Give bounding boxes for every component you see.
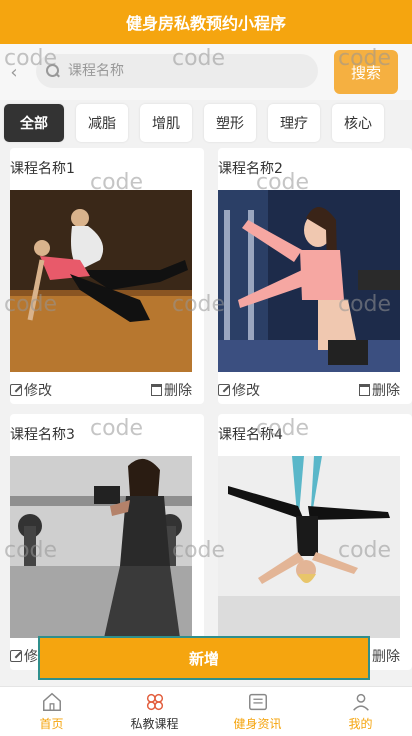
tab-muscle[interactable]: 增肌 — [140, 104, 192, 142]
course-title: 课程名称3 — [10, 427, 75, 443]
home-icon — [42, 692, 61, 711]
search-icon — [46, 64, 60, 78]
tab-private-course[interactable]: 私教课程 — [103, 687, 206, 736]
search-input[interactable] — [68, 63, 288, 79]
edit-icon — [218, 384, 230, 396]
course-card[interactable]: 课程名称3 修改 删除 — [10, 414, 204, 670]
course-title: 课程名称1 — [10, 161, 75, 177]
tab-label: 首页 — [39, 717, 64, 731]
news-icon — [248, 693, 267, 711]
delete-label: 删除 — [372, 649, 400, 665]
edit-button[interactable]: 修改 — [10, 380, 52, 400]
tab-label: 健身资讯 — [233, 717, 282, 731]
course-actions: 修改 删除 — [10, 380, 192, 400]
edit-icon — [10, 650, 22, 662]
bottom-tabbar: 首页 私教课程 健身资讯 我的 — [0, 686, 412, 736]
course-actions: 修改 删除 — [218, 380, 400, 400]
course-title: 课程名称4 — [218, 427, 283, 443]
course-title: 课程名称2 — [218, 161, 283, 177]
course-card[interactable]: 课程名称1 修改 删除 — [10, 148, 204, 404]
tab-all[interactable]: 全部 — [4, 104, 64, 142]
user-icon — [352, 693, 369, 711]
delete-button[interactable]: 删除 — [359, 380, 400, 400]
search-bar: ‹ 搜索 — [0, 44, 412, 100]
tab-fitness-news[interactable]: 健身资讯 — [206, 687, 309, 736]
edit-button[interactable]: 修改 — [218, 380, 260, 400]
flower-icon — [146, 693, 163, 711]
trash-icon — [359, 384, 370, 396]
course-photo[interactable] — [218, 190, 400, 372]
course-photo[interactable] — [10, 190, 192, 372]
app-header: 健身房私教预约小程序 — [0, 0, 412, 44]
edit-icon — [10, 384, 22, 396]
delete-label: 删除 — [164, 383, 192, 399]
category-tabs: 全部 减脂 增肌 塑形 理疗 核心 — [0, 100, 412, 146]
edit-label: 修改 — [24, 383, 52, 399]
chevron-left-icon[interactable]: ‹ — [2, 62, 26, 83]
course-card[interactable]: 课程名称2 修改 删除 — [218, 148, 412, 404]
add-course-button[interactable]: 新增 — [38, 636, 370, 680]
course-card[interactable]: 课程名称4 修改 删除 — [218, 414, 412, 670]
page-title: 健身房私教预约小程序 — [125, 14, 286, 33]
delete-label: 删除 — [372, 383, 400, 399]
tab-shaping[interactable]: 塑形 — [204, 104, 256, 142]
search-button[interactable]: 搜索 — [334, 50, 398, 94]
tab-label: 私教课程 — [130, 717, 179, 731]
search-field[interactable] — [36, 54, 318, 88]
tab-mine[interactable]: 我的 — [309, 687, 412, 736]
tab-therapy[interactable]: 理疗 — [268, 104, 320, 142]
trash-icon — [151, 384, 162, 396]
delete-button[interactable]: 删除 — [151, 380, 192, 400]
tab-home[interactable]: 首页 — [0, 687, 103, 736]
tab-label: 我的 — [348, 717, 373, 731]
course-photo[interactable] — [10, 456, 192, 638]
edit-label: 修改 — [232, 383, 260, 399]
tab-fat-loss[interactable]: 减脂 — [76, 104, 128, 142]
tab-core[interactable]: 核心 — [332, 104, 384, 142]
course-photo[interactable] — [218, 456, 400, 638]
